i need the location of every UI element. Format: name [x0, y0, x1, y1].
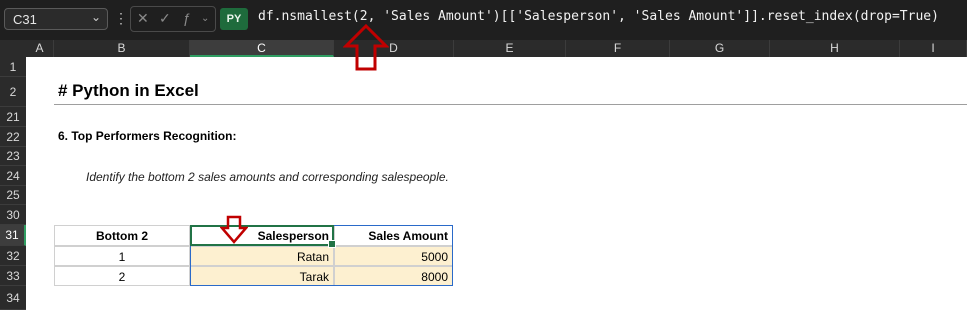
- table-cell-rank[interactable]: 2: [54, 266, 190, 286]
- formula-bar: C31 ⌄ ⋮ ✕ ✓ ƒ ⌄ PY df.nsmallest(2, 'Sale…: [0, 0, 967, 40]
- formula-input[interactable]: df.nsmallest(2, 'Sales Amount')[['Salesp…: [258, 9, 939, 24]
- table-header-salesperson[interactable]: Salesperson: [190, 225, 334, 246]
- column-header-c[interactable]: C: [190, 40, 334, 57]
- table-cell-amount[interactable]: 8000: [334, 266, 453, 286]
- cancel-icon[interactable]: ✕: [137, 10, 149, 27]
- row-header-25[interactable]: 25: [0, 186, 26, 205]
- row-header-2[interactable]: 2: [0, 77, 26, 107]
- section-title[interactable]: 6. Top Performers Recognition:: [58, 129, 236, 143]
- row-header-23[interactable]: 23: [0, 147, 26, 166]
- chevron-down-icon[interactable]: ⌄: [91, 10, 101, 24]
- table-cell-salesperson[interactable]: Ratan: [190, 246, 334, 266]
- row-header-32[interactable]: 32: [0, 246, 26, 266]
- column-header-a[interactable]: A: [26, 40, 54, 57]
- down-arrow-annotation-icon: [220, 215, 248, 244]
- name-box[interactable]: C31 ⌄: [4, 8, 108, 30]
- chevron-down-icon[interactable]: ⌄: [201, 13, 209, 24]
- row-header-31[interactable]: 31: [0, 225, 26, 246]
- column-header-f[interactable]: F: [566, 40, 670, 57]
- more-options-icon[interactable]: ⋮: [114, 10, 128, 27]
- insert-function-icon[interactable]: ƒ: [183, 10, 191, 26]
- sheet-heading[interactable]: # Python in Excel: [58, 81, 199, 101]
- row-header-21[interactable]: 21: [0, 107, 26, 127]
- column-header-h[interactable]: H: [770, 40, 900, 57]
- python-badge[interactable]: PY: [220, 8, 248, 30]
- enter-icon[interactable]: ✓: [159, 10, 171, 27]
- name-box-value: C31: [13, 12, 37, 27]
- row-header-22[interactable]: 22: [0, 127, 26, 147]
- row-header-34[interactable]: 34: [0, 286, 26, 310]
- row-header-33[interactable]: 33: [0, 266, 26, 286]
- table-header-sales-amount[interactable]: Sales Amount: [334, 225, 453, 246]
- description-text[interactable]: Identify the bottom 2 sales amounts and …: [86, 170, 449, 184]
- table-cell-salesperson[interactable]: Tarak: [190, 266, 334, 286]
- column-header-g[interactable]: G: [670, 40, 770, 57]
- column-header-b[interactable]: B: [54, 40, 190, 57]
- row-header-24[interactable]: 24: [0, 166, 26, 186]
- row-header-1[interactable]: 1: [0, 57, 26, 77]
- table-cell-amount[interactable]: 5000: [334, 246, 453, 266]
- column-headers: A B C D E F G H I: [0, 40, 967, 57]
- up-arrow-annotation-icon: [343, 24, 389, 71]
- table-cell-rank[interactable]: 1: [54, 246, 190, 266]
- column-header-e[interactable]: E: [454, 40, 566, 57]
- table-header-bottom2[interactable]: Bottom 2: [54, 225, 190, 246]
- row-header-30[interactable]: 30: [0, 205, 26, 225]
- column-header-i[interactable]: I: [900, 40, 967, 57]
- formula-actions: ✕ ✓ ƒ ⌄: [130, 6, 216, 32]
- heading-underline: [54, 104, 967, 105]
